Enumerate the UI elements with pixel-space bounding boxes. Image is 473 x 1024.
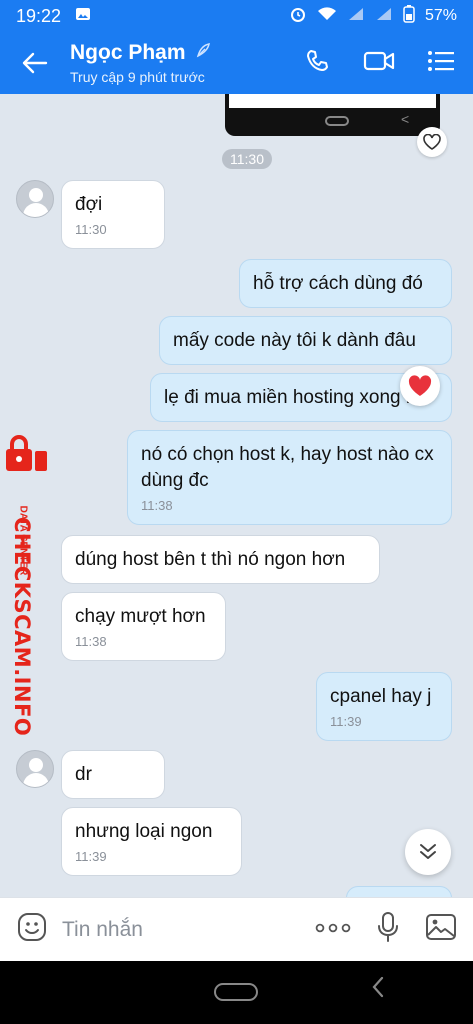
message-bubble[interactable]: hỗ trợ cách dùng đó (239, 259, 452, 308)
phone-call-button[interactable] (305, 48, 331, 79)
double-chevron-down-icon (420, 844, 436, 859)
watermark: DATA CENTER CHECKSCAM.INFO (0, 435, 50, 736)
feather-icon (194, 41, 212, 65)
wifi-icon (317, 6, 337, 27)
chevron-left-icon (372, 976, 384, 998)
react-heart-button[interactable] (417, 127, 447, 157)
image-icon (426, 914, 456, 940)
image-attachment[interactable]: < (225, 94, 440, 136)
signal-icon (347, 6, 365, 27)
message-time: 11:38 (141, 498, 173, 513)
chat-header: Ngọc Phạm Truy cập 9 phút trước (0, 32, 473, 94)
message-text: dr (75, 764, 92, 785)
message-bubble-partial[interactable] (346, 886, 452, 897)
more-dots-icon (315, 923, 351, 932)
message-input[interactable]: Tin nhắn (62, 918, 315, 942)
phone-icon (307, 49, 328, 71)
lock-icon (6, 435, 47, 471)
message-text: chạy mượt hơn (75, 606, 206, 627)
scroll-down-button[interactable] (405, 829, 451, 875)
emoji-button[interactable] (16, 911, 48, 948)
avatar[interactable] (16, 750, 54, 788)
chat-area[interactable]: < 11:30 đợi 11:30 hỗ trợ cách dùng đó mấ… (0, 94, 473, 897)
heart-reaction[interactable] (400, 366, 440, 406)
message-input-bar: Tin nhắn (0, 897, 473, 961)
microphone-icon (378, 912, 398, 942)
video-camera-icon (363, 51, 395, 70)
status-bar: 19:22 57% (0, 0, 473, 32)
message-text: cpanel hay j (330, 686, 432, 707)
back-button[interactable] (0, 52, 70, 74)
watermark-text: CHECKSCAM.INFO (10, 517, 34, 737)
message-time: 11:39 (330, 714, 362, 729)
message-text: mấy code này tôi k dành đâu (173, 330, 416, 351)
message-text: nhưng loại ngon (75, 821, 213, 842)
back-arrow-icon (22, 52, 48, 74)
message-time: 11:30 (75, 222, 107, 237)
menu-button[interactable] (427, 50, 455, 77)
message-bubble[interactable]: mấy code này tôi k dành đâu (159, 316, 452, 365)
message-time: 11:38 (75, 634, 107, 649)
message-bubble[interactable]: cpanel hay j 11:39 (316, 672, 452, 741)
message-text: hỗ trợ cách dùng đó (253, 273, 423, 294)
sticker-icon (18, 913, 46, 941)
message-time: 11:39 (75, 849, 107, 864)
message-text: đợi (75, 194, 103, 215)
message-bubble[interactable]: chạy mượt hơn 11:38 (61, 592, 226, 661)
system-nav-bar (0, 961, 473, 1024)
time-chip: 11:30 (222, 149, 272, 169)
contact-name: Ngọc Phạm (70, 41, 186, 64)
image-picker-button[interactable] (425, 913, 457, 946)
battery-percent: 57% (424, 7, 457, 24)
heart-icon (408, 375, 432, 396)
message-text: dúng host bên t thì nó ngon hơn (75, 549, 346, 570)
message-bubble[interactable]: nhưng loại ngon 11:39 (61, 807, 242, 876)
video-call-button[interactable] (363, 49, 395, 78)
message-bubble[interactable]: đợi 11:30 (61, 180, 165, 249)
battery-icon (403, 4, 415, 28)
message-bubble[interactable]: dúng host bên t thì nó ngon hơn (61, 535, 380, 584)
status-time: 19:22 (16, 5, 62, 26)
nav-back-button[interactable] (370, 975, 386, 1006)
more-options-button[interactable] (315, 921, 351, 939)
alarm-icon (289, 5, 307, 28)
signal-icon-2 (375, 6, 393, 27)
image-icon (75, 6, 91, 27)
message-bubble[interactable]: nó có chọn host k, hay host nào cx dùng … (127, 430, 452, 525)
heart-outline-icon (423, 134, 441, 150)
home-button[interactable] (214, 983, 258, 1001)
message-text: lẹ đi mua miền hosting xong r (164, 387, 413, 408)
last-seen: Truy cập 9 phút trước (70, 69, 205, 85)
avatar[interactable] (16, 180, 54, 218)
message-bubble[interactable]: dr (61, 750, 165, 799)
contact-info[interactable]: Ngọc Phạm Truy cập 9 phút trước (70, 41, 305, 85)
microphone-button[interactable] (377, 911, 399, 948)
list-menu-icon (428, 50, 454, 71)
message-text: nó có chọn host k, hay host nào cx dùng … (141, 444, 434, 491)
